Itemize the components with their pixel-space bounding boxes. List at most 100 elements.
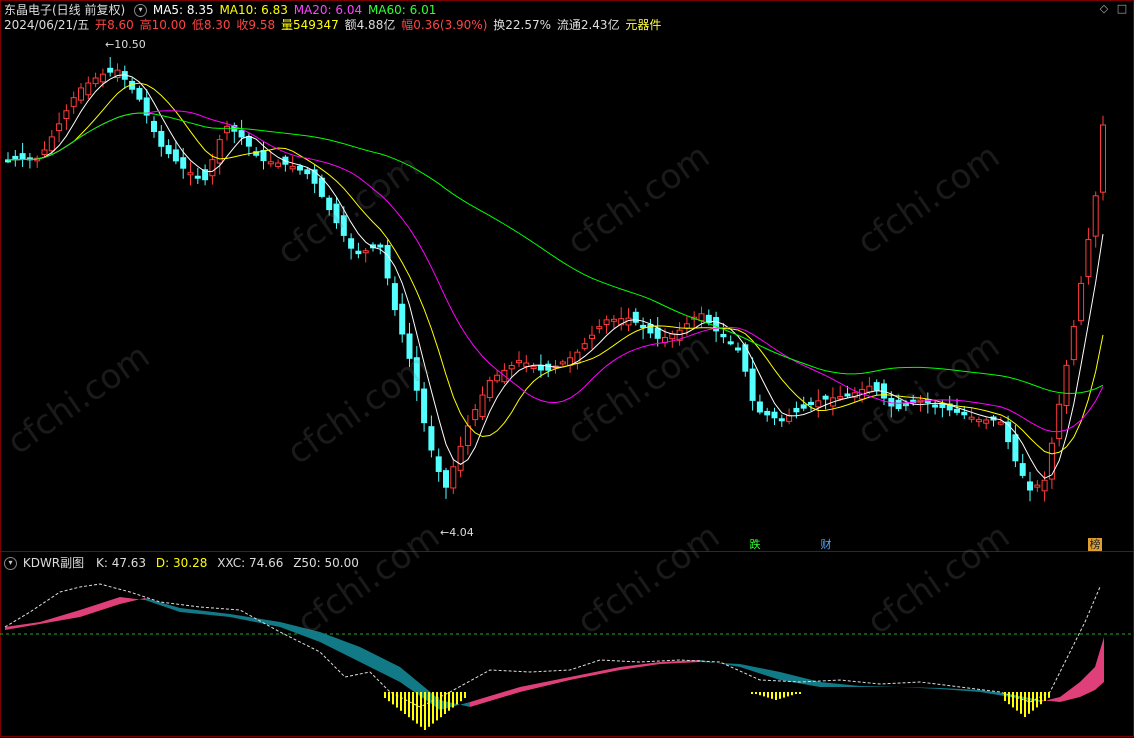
- candle-body: [1027, 481, 1033, 491]
- candle-body: [530, 366, 537, 370]
- candle-body: [304, 169, 311, 175]
- kd-band-segment: [740, 664, 780, 680]
- candle-body: [793, 407, 800, 413]
- candle-body: [523, 362, 530, 367]
- event-die-marker[interactable]: 跌: [748, 538, 762, 551]
- candle-body: [771, 411, 778, 419]
- candle-body: [975, 419, 982, 423]
- candle-body: [224, 125, 230, 134]
- candle-body: [844, 393, 851, 397]
- ma60-label: MA60: 6.01: [367, 3, 437, 17]
- candle-body: [632, 311, 639, 323]
- event-cai-marker[interactable]: 财: [819, 538, 833, 551]
- indicator-name: KDWR副图: [22, 556, 85, 570]
- kd-band-segment: [520, 677, 570, 692]
- indicator-panel[interactable]: ▾ KDWR副图 K: 47.63 D: 30.28 XXC: 74.66 Z5…: [0, 551, 1134, 738]
- candle-body: [1041, 479, 1048, 492]
- ma60-line: [7, 112, 1104, 394]
- ma5-line: [7, 74, 1104, 479]
- xxc-label: XXC: 74.66: [217, 556, 284, 570]
- candle-body: [450, 466, 457, 489]
- settings-circle-icon[interactable]: ▾: [134, 4, 148, 17]
- candle-body: [647, 323, 654, 334]
- candle-body: [895, 399, 902, 410]
- candle-body: [997, 421, 1004, 425]
- candle-body: [92, 77, 99, 85]
- d-label: D: 30.28: [155, 556, 208, 570]
- open-label: 开: [95, 18, 108, 32]
- candle-body: [413, 357, 420, 391]
- kd-band-segment: [570, 667, 620, 680]
- k-label: K: 47.63: [95, 556, 147, 570]
- candle-body: [289, 165, 296, 170]
- kd-band-segment: [5, 622, 40, 630]
- turnover-label: 换: [493, 18, 506, 32]
- volume-label: 量: [280, 18, 293, 32]
- event-bang-marker[interactable]: 榜: [1088, 538, 1102, 551]
- low-label: 低: [191, 18, 204, 32]
- kd-band-segment: [1060, 682, 1080, 702]
- candle-body: [479, 394, 486, 417]
- candle-body: [70, 97, 77, 107]
- candle-body: [238, 130, 245, 138]
- candle-body: [486, 379, 493, 398]
- candle-body: [968, 416, 975, 420]
- candle-body: [727, 341, 734, 345]
- ma5-label: MA5: 8.35: [152, 3, 214, 17]
- low-marker: ←4.04: [440, 526, 474, 539]
- candle-body: [1085, 239, 1092, 277]
- candle-body: [610, 318, 617, 322]
- maximize-icon[interactable]: □: [1116, 3, 1128, 15]
- candle-body: [209, 159, 216, 177]
- candle-body: [56, 123, 63, 132]
- close-value: 9.58: [248, 18, 276, 32]
- candle-body: [866, 385, 873, 393]
- candle-body: [48, 136, 55, 152]
- candle-body: [355, 250, 362, 255]
- candle-body: [683, 323, 690, 329]
- candle-body: [443, 470, 449, 488]
- candle-body: [391, 283, 398, 311]
- candle-body: [41, 149, 48, 155]
- candle-body: [428, 426, 435, 451]
- indicator-menu-icon[interactable]: ▾: [4, 557, 17, 570]
- diamond-icon[interactable]: ◇: [1098, 3, 1110, 15]
- candle-body: [1034, 484, 1041, 488]
- kline-panel[interactable]: ←10.50 ←4.04 东晶电子(日线 前复权) ▾ MA5: 8.35 MA1…: [0, 0, 1134, 551]
- high-label: 高: [139, 18, 152, 32]
- candle-body: [1100, 124, 1106, 193]
- candle-body: [815, 400, 822, 408]
- candle-body: [873, 382, 880, 391]
- candle-body: [318, 177, 325, 197]
- candle-body: [333, 203, 340, 224]
- candle-body: [756, 401, 763, 413]
- kd-band-segment: [120, 597, 145, 604]
- ma20-label: MA20: 6.04: [293, 3, 363, 17]
- kdwr-chart[interactable]: [0, 552, 1134, 738]
- candle-body: [63, 110, 70, 120]
- candle-body: [1070, 325, 1077, 361]
- candle-body: [749, 368, 756, 401]
- kd-band-segment: [470, 687, 520, 707]
- candle-body: [78, 87, 84, 101]
- candle-body: [340, 215, 347, 236]
- ma-header: 东晶电子(日线 前复权) ▾ MA5: 8.35 MA10: 6.83 MA20…: [4, 2, 438, 18]
- candle-body: [1063, 364, 1070, 407]
- candle-body: [348, 238, 355, 249]
- kline-chart[interactable]: ←10.50 ←4.04: [0, 0, 1134, 551]
- candle-body: [559, 361, 566, 365]
- candle-body: [603, 319, 610, 325]
- volume-value: 549347: [292, 18, 339, 32]
- candle-body: [808, 401, 814, 406]
- kd-band-segment: [820, 682, 860, 687]
- candle-body: [778, 418, 785, 422]
- float-label: 流通: [556, 18, 581, 32]
- high-value: 10.00: [151, 18, 186, 32]
- candle-body: [1012, 434, 1019, 462]
- candle-body: [508, 365, 515, 370]
- candle-body: [275, 162, 282, 167]
- sector-label: 元器件: [625, 18, 662, 32]
- candle-body: [384, 244, 391, 279]
- candle-body: [267, 161, 274, 165]
- candle-body: [537, 364, 544, 371]
